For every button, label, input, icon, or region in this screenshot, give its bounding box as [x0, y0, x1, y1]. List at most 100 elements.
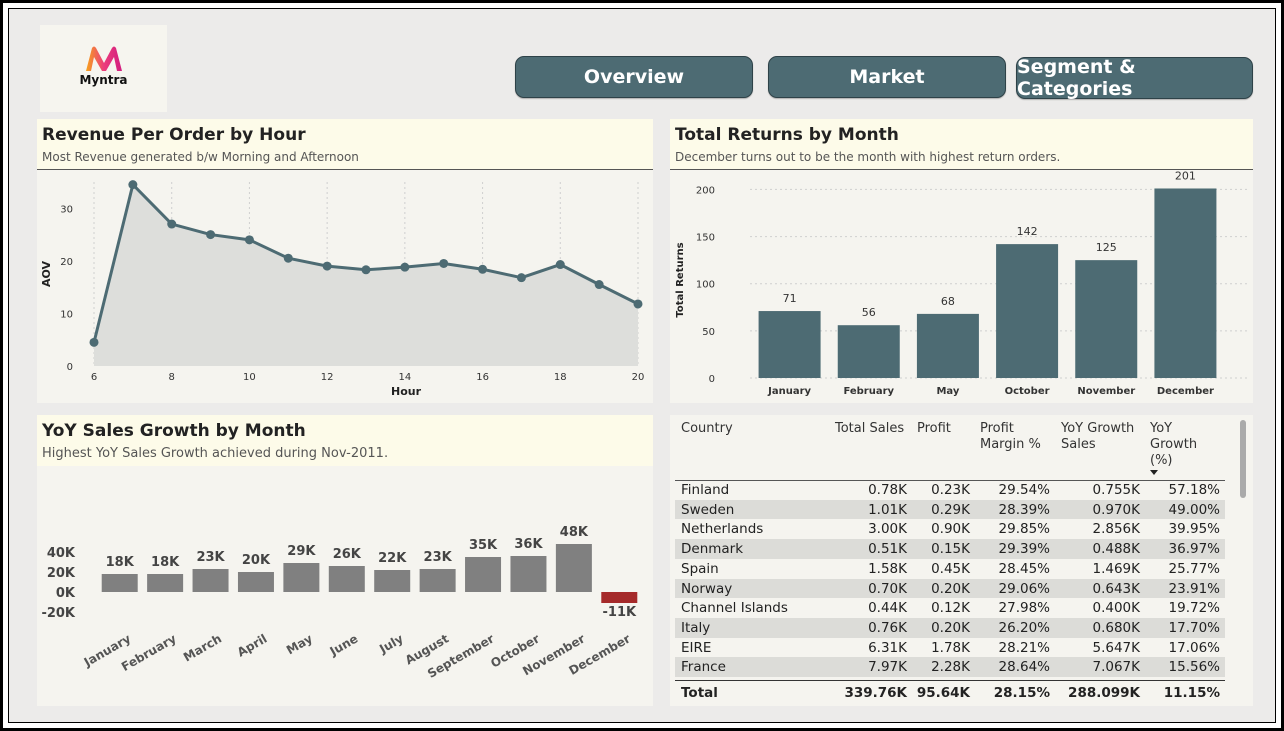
segment-categories-button[interactable]: Segment & Categories: [1016, 56, 1253, 100]
x-tick-label: 18: [554, 372, 567, 383]
table-cell: 28.45%: [998, 560, 1050, 577]
table-cell: 7.067K: [1092, 659, 1140, 676]
myntra-logo-icon: [86, 46, 122, 71]
yoy-data-label: 29K: [287, 544, 316, 559]
table-cell: 28.21%: [998, 639, 1050, 656]
table-row[interactable]: Spain 1.58K 0.45K 28.45% 1.469K 25.77%: [675, 559, 1225, 579]
returns-panel-title: Total Returns by Month: [675, 125, 899, 145]
yoy-bar: [465, 557, 502, 592]
table-row[interactable]: France 7.97K 2.28K 28.64% 7.067K 15.56%: [675, 657, 1225, 677]
revenue-data-point: [167, 219, 177, 229]
revenue-data-point: [361, 265, 371, 275]
revenue-data-point: [439, 258, 449, 268]
market-button-label: Market: [849, 66, 925, 88]
table-cell: 0.643K: [1092, 580, 1140, 597]
table-cell: 29.54%: [998, 482, 1050, 498]
table-cell: 49.00%: [1168, 501, 1220, 518]
table-row[interactable]: Netherlands 3.00K 0.90K 29.85% 2.856K 39.95%: [675, 519, 1225, 539]
col-header-profit-margin[interactable]: Profit Margin %: [980, 421, 1055, 453]
table-cell: 3.00K: [868, 521, 907, 538]
yoy-bar: [419, 569, 456, 592]
table-cell: 2.28K: [931, 659, 970, 676]
y-tick-label: 0K: [56, 586, 76, 601]
table-cell: 0.76K: [868, 619, 907, 636]
x-tick-label: October: [1005, 386, 1050, 397]
x-tick-label: July: [376, 631, 406, 656]
total-returns-chart: 0 50 100 150 200 71 January 56 February 68 May 142 O…: [675, 170, 1250, 397]
table-total-row: Total 339.76K 95.64K 28.15% 288.099K 11.…: [675, 680, 1225, 705]
table-cell: 0.23K: [931, 482, 970, 498]
col-header-profit[interactable]: Profit: [917, 421, 951, 437]
revenue-panel-header: Revenue Per Order by Hour Most Revenue g…: [37, 119, 653, 170]
revenue-data-point: [633, 299, 643, 309]
table-cell: EIRE: [681, 639, 712, 656]
table-row[interactable]: EIRE 6.31K 1.78K 28.21% 5.647K 17.06%: [675, 638, 1225, 658]
yoy-bar: [237, 572, 274, 592]
table-cell: Italy: [681, 619, 711, 636]
table-cell: Sweden: [681, 501, 735, 518]
col-header-total-sales[interactable]: Total Sales: [835, 421, 904, 437]
table-row[interactable]: Italy 0.76K 0.20K 26.20% 0.680K 17.70%: [675, 617, 1225, 638]
table-cell: 1.78K: [931, 639, 970, 656]
table-row[interactable]: Channel Islands 0.44K 0.12K 27.98% 0.400K 19.…: [675, 598, 1225, 618]
returns-bar: [1075, 260, 1138, 378]
yoy-data-label: 20K: [242, 553, 271, 568]
x-tick-label: 10: [243, 372, 256, 383]
y-tick-label: 0: [67, 362, 73, 373]
yoy-data-label: 18K: [106, 555, 135, 570]
table-cell: 5.647K: [1092, 639, 1140, 656]
y-tick-label: 200: [696, 185, 715, 196]
table-cell: 19.72%: [1168, 600, 1220, 617]
yoy-panel-header: YoY Sales Growth by Month Highest YoY Sa…: [37, 415, 653, 466]
yoy-data-label: 35K: [469, 538, 498, 553]
table-cell: 0.15K: [931, 541, 970, 558]
x-tick-label: February: [843, 386, 894, 397]
table-cell: 0.45K: [931, 560, 970, 577]
x-tick-label: April: [235, 631, 270, 659]
col-header-yoy-growth-pct[interactable]: YoY Growth (%): [1150, 421, 1205, 469]
table-cell: 0.12K: [931, 600, 970, 617]
y-tick-label: 100: [696, 280, 715, 291]
returns-bar: [916, 313, 979, 378]
market-button[interactable]: Market: [768, 56, 1006, 98]
table-row[interactable]: Norway 0.70K 0.20K 29.06% 0.643K 23.91%: [675, 578, 1225, 599]
yoy-data-label: 48K: [560, 525, 589, 540]
table-cell: 57.18%: [1168, 482, 1220, 498]
table-cell: 0.488K: [1092, 541, 1140, 558]
table-cell: Denmark: [681, 541, 744, 558]
revenue-data-point: [283, 253, 293, 263]
total-label: Total: [681, 685, 718, 701]
table-cell: 29.06%: [998, 580, 1050, 597]
returns-data-label: 142: [1017, 225, 1038, 238]
table-cell: 17.70%: [1168, 619, 1220, 636]
table-cell: 0.400K: [1092, 600, 1140, 617]
y-tick-label: 30: [60, 204, 73, 215]
table-cell: 36.97%: [1168, 541, 1220, 558]
sort-descending-icon: [1150, 470, 1158, 475]
table-row[interactable]: Finland 0.78K 0.23K 29.54% 0.755K 57.18%: [675, 480, 1225, 500]
x-tick-label: May: [284, 631, 315, 657]
table-row[interactable]: Sweden 1.01K 0.29K 28.39% 0.970K 49.00%: [675, 499, 1225, 520]
yoy-bar: [101, 574, 138, 592]
table-header: Country Total Sales Profit Profit Margin…: [675, 416, 1225, 481]
y-tick-label: 10: [60, 309, 73, 320]
x-tick-label: November: [1077, 386, 1135, 397]
overview-button[interactable]: Overview: [515, 56, 753, 98]
yoy-data-label: 36K: [514, 537, 543, 552]
revenue-data-point: [128, 180, 138, 190]
returns-bar: [1154, 188, 1217, 378]
overview-button-label: Overview: [583, 66, 685, 88]
y-axis-title: AOV: [40, 260, 53, 287]
col-header-country[interactable]: Country: [681, 421, 733, 437]
table-cell: 0.70K: [868, 580, 907, 597]
yoy-data-label: 22K: [378, 551, 407, 566]
revenue-panel-title: Revenue Per Order by Hour: [42, 125, 306, 145]
col-header-yoy-growth-sales[interactable]: YoY Growth Sales: [1061, 421, 1141, 453]
y-tick-label: 0: [709, 374, 715, 385]
y-axis-title: Total Returns: [675, 242, 686, 317]
table-row[interactable]: Denmark 0.51K 0.15K 29.39% 0.488K 36.97%: [675, 539, 1225, 559]
table-cell: 0.78K: [868, 482, 907, 498]
table-scrollbar[interactable]: [1240, 420, 1246, 498]
returns-bar: [837, 325, 900, 378]
table-cell: 39.95%: [1168, 521, 1220, 538]
